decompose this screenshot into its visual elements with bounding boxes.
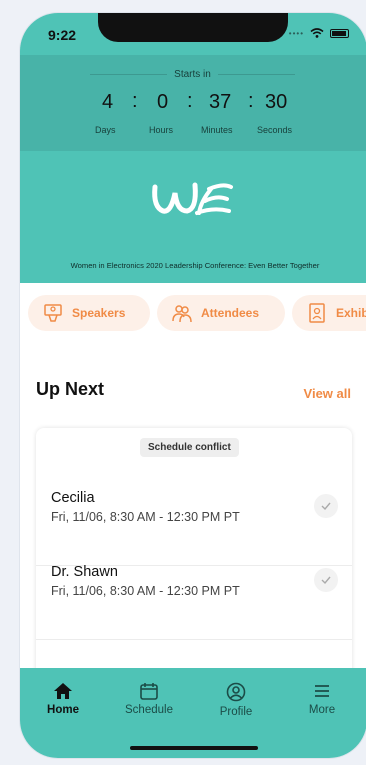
tab-home-label: Home (47, 704, 79, 716)
status-time: 9:22 (48, 27, 77, 43)
speakers-button[interactable]: Speakers (28, 295, 150, 331)
session-added-toggle[interactable] (314, 494, 338, 518)
countdown-seconds-value: 30 (265, 91, 288, 113)
checkmark-icon (321, 502, 331, 511)
quick-links-row: Speakers Attendees Exhib (20, 295, 366, 335)
wifi-icon (310, 28, 324, 38)
checkmark-icon (321, 576, 331, 585)
starts-in-label: Starts in (174, 69, 211, 80)
home-icon (54, 683, 72, 699)
session-time: Fri, 11/06, 8:30 AM - 12:30 PM PT (51, 584, 240, 598)
tab-home[interactable]: Home (28, 682, 98, 716)
exhibitors-label: Exhib (336, 306, 366, 320)
countdown-hours-value: 0 (157, 91, 169, 113)
session-row[interactable]: Dr. Shawn Fri, 11/06, 8:30 AM - 12:30 PM… (36, 564, 352, 640)
tab-schedule-label: Schedule (125, 704, 173, 716)
hamburger-menu-icon (315, 685, 329, 697)
attendees-label: Attendees (201, 306, 260, 320)
we-logo (152, 182, 233, 215)
tab-more[interactable]: More (287, 682, 357, 716)
session-time: Fri, 11/06, 8:30 AM - 12:30 PM PT (51, 510, 240, 524)
home-indicator[interactable] (130, 746, 258, 750)
status-icons: •••• (289, 28, 349, 38)
countdown-heading: Starts in (90, 69, 295, 80)
countdown-days-label: Days (95, 125, 116, 135)
speaker-podium-icon (44, 304, 62, 322)
tab-profile-label: Profile (219, 706, 253, 718)
session-name: Dr. Shawn (51, 564, 118, 580)
up-next-heading: Up Next (36, 379, 105, 399)
signal-dots-icon: •••• (288, 28, 304, 38)
battery-icon (330, 28, 349, 38)
exhibitor-badge-icon (309, 303, 325, 323)
schedule-conflict-badge: Schedule conflict (140, 438, 239, 457)
countdown-days-value: 4 (102, 91, 114, 113)
countdown-separator: : (187, 90, 193, 112)
tab-more-label: More (308, 704, 336, 716)
device-notch (98, 13, 288, 42)
calendar-icon (140, 683, 158, 700)
speakers-label: Speakers (72, 306, 126, 320)
countdown-seconds-label: Seconds (257, 125, 293, 135)
people-icon (172, 305, 192, 323)
tab-profile[interactable]: Profile (201, 682, 271, 718)
countdown-separator: : (248, 90, 254, 112)
user-icon (226, 682, 246, 702)
bottom-tab-bar: Home Schedule Profile More (20, 668, 366, 758)
tab-schedule[interactable]: Schedule (114, 682, 184, 716)
session-name: Cecilia (51, 490, 95, 506)
up-next-card: Schedule conflict Cecilia Fri, 11/06, 8:… (36, 428, 352, 688)
phone-screen: 9:22 •••• Starts in 4 : 0 : 37 : 30 Days… (20, 13, 366, 758)
view-all-link[interactable]: View all (304, 386, 351, 401)
session-row[interactable]: Cecilia Fri, 11/06, 8:30 AM - 12:30 PM P… (36, 490, 352, 566)
event-title: Women in Electronics 2020 Leadership Con… (70, 261, 320, 270)
countdown-minutes-value: 37 (209, 91, 232, 113)
attendees-button[interactable]: Attendees (157, 295, 285, 331)
countdown-hours-label: Hours (149, 125, 174, 135)
session-added-toggle[interactable] (314, 568, 338, 592)
countdown-separator: : (132, 90, 138, 112)
countdown-minutes-label: Minutes (201, 125, 233, 135)
exhibitors-button[interactable]: Exhib (292, 295, 366, 331)
